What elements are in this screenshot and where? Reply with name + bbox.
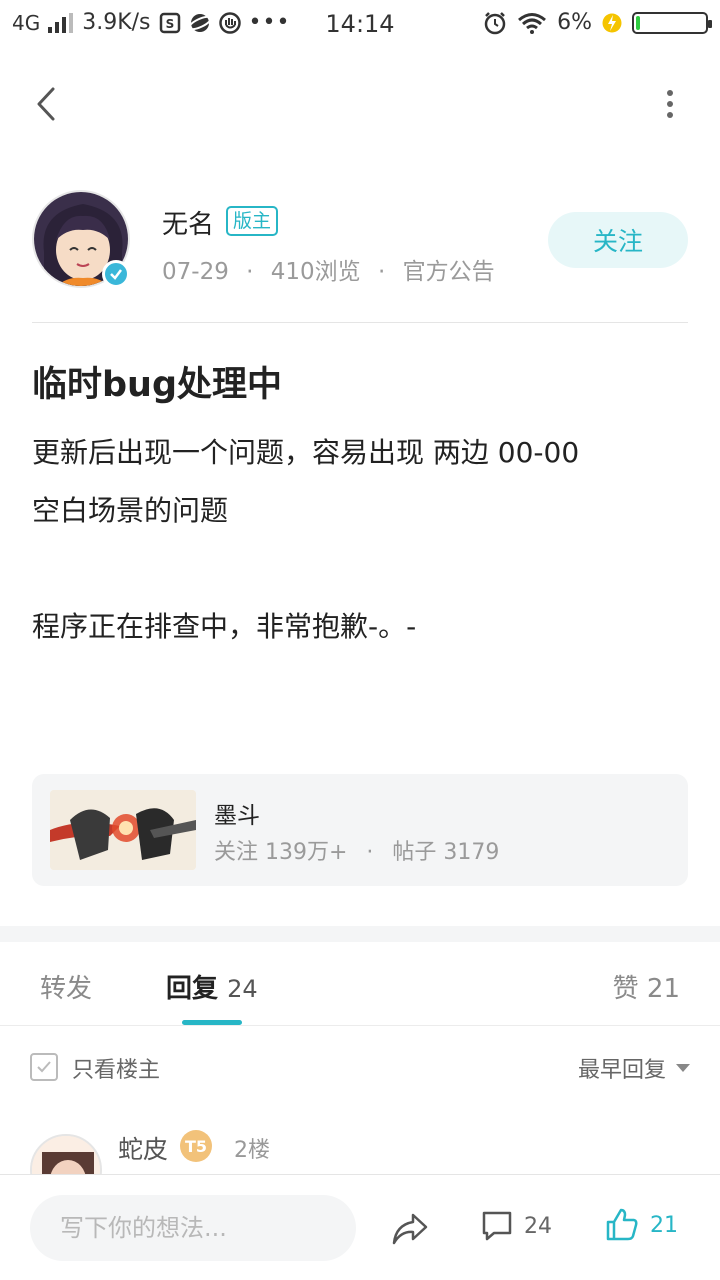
post-paragraph: 空白场景的问题 — [32, 494, 229, 527]
comment-icon — [482, 1211, 512, 1241]
check-icon — [37, 1061, 51, 1073]
battery-percent: 6% — [557, 10, 592, 35]
post-meta: 07-29 · 410浏览 · 官方公告 — [162, 252, 495, 286]
post-category[interactable]: 官方公告 — [403, 259, 495, 285]
post-paragraph: 程序正在排查中，非常抱歉-。- — [32, 610, 417, 643]
tab-bar: 转发 回复 24 赞 21 — [0, 942, 720, 1026]
share-button[interactable] — [390, 1209, 430, 1249]
post-title: 临时bug处理中 — [32, 365, 283, 405]
like-button[interactable]: 21 — [604, 1207, 678, 1243]
meta-separator: · — [246, 259, 254, 285]
game-stats: 关注 139万+ · 帖子 3179 — [214, 834, 499, 866]
game-thumbnail — [50, 790, 196, 870]
alarm-icon — [483, 11, 507, 35]
commenter-avatar[interactable] — [30, 1134, 102, 1174]
bottom-bar: 24 21 — [0, 1174, 720, 1280]
floor-number: 2楼 — [234, 1138, 270, 1163]
status-bar: 4G 3.9K/s S ••• 14:14 6% — [0, 0, 720, 50]
thumbs-up-icon — [606, 1208, 638, 1241]
wifi-icon — [517, 12, 547, 34]
tab-like-label: 赞 — [612, 974, 639, 1004]
moderator-badge: 版主 — [226, 206, 279, 236]
tab-indicator — [182, 1020, 242, 1025]
view-count: 410浏览 — [270, 259, 361, 285]
tab-reply-label: 回复 — [166, 974, 219, 1004]
back-button[interactable] — [26, 82, 66, 126]
vertical-dots-icon — [667, 90, 673, 118]
sort-dropdown[interactable]: 最早回复 — [578, 1052, 690, 1084]
top-nav — [0, 70, 720, 140]
post-paragraph — [32, 540, 692, 598]
author-section: 无名 版主 07-29 · 410浏览 · 官方公告 关注 — [32, 190, 688, 290]
comment-button[interactable]: 24 — [480, 1209, 552, 1243]
commenter-name[interactable]: 蛇皮 — [118, 1130, 168, 1166]
tab-forward[interactable]: 转发 — [40, 968, 92, 1005]
chevron-left-icon — [37, 87, 55, 121]
tab-reply[interactable]: 回复 24 — [166, 968, 258, 1005]
sort-label: 最早回复 — [577, 1058, 666, 1083]
section-gap — [0, 926, 720, 942]
verified-icon — [102, 260, 130, 288]
tab-like[interactable]: 赞 21 — [613, 968, 680, 1005]
tab-reply-count: 24 — [227, 975, 258, 1003]
author-name[interactable]: 无名 — [162, 204, 214, 241]
level-badge: T5 — [180, 1130, 212, 1162]
tab-like-count: 21 — [646, 974, 680, 1004]
charging-icon — [602, 12, 622, 34]
caret-down-icon — [676, 1064, 690, 1072]
battery-icon — [632, 11, 712, 34]
stats-separator: · — [366, 840, 374, 865]
battery-level — [636, 15, 640, 30]
comment-item: 蛇皮 T5 2楼 — [30, 1130, 690, 1174]
game-posts: 帖子 3179 — [392, 840, 500, 865]
tab-forward-label: 转发 — [40, 974, 93, 1004]
only-op-label[interactable]: 只看楼主 — [72, 1052, 160, 1084]
game-card[interactable]: 墨斗 关注 139万+ · 帖子 3179 — [32, 774, 688, 886]
game-name: 墨斗 — [214, 803, 260, 829]
more-options-button[interactable] — [660, 82, 680, 126]
post-date: 07-29 — [162, 259, 229, 285]
divider — [32, 322, 688, 323]
share-icon — [392, 1213, 428, 1245]
comment-count: 24 — [524, 1213, 552, 1239]
meta-separator: · — [378, 259, 386, 285]
post-body: 更新后出现一个问题，容易出现 两边 00-00 空白场景的问题 程序正在排查中，… — [32, 424, 692, 656]
only-op-checkbox[interactable] — [30, 1053, 58, 1081]
follow-button[interactable]: 关注 — [548, 212, 688, 268]
filter-row: 只看楼主 最早回复 — [0, 1040, 720, 1096]
reply-input[interactable] — [30, 1195, 356, 1261]
game-followers: 关注 139万+ — [214, 840, 348, 865]
post-paragraph: 更新后出现一个问题，容易出现 两边 00-00 — [32, 436, 580, 469]
like-count: 21 — [650, 1212, 678, 1238]
